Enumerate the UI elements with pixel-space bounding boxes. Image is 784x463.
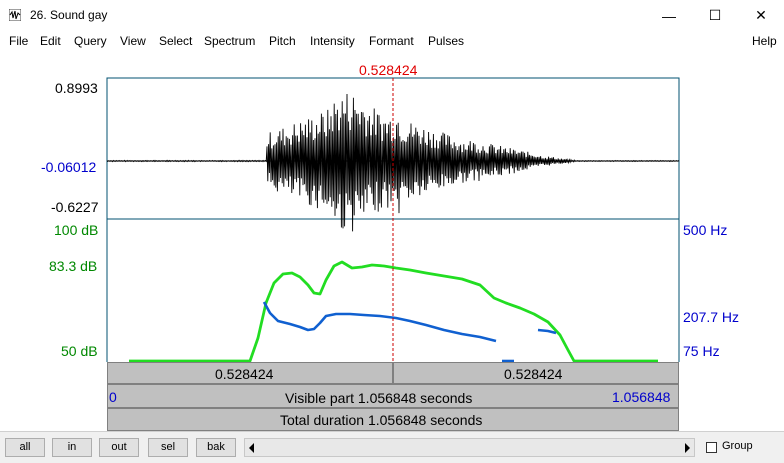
total-duration-label: Total duration 1.056848 seconds: [280, 412, 483, 428]
zoom-out-button[interactable]: out: [99, 438, 139, 457]
left-segment-label: 0.528424: [215, 366, 274, 382]
zoom-back-button[interactable]: bak: [196, 438, 236, 457]
pitch-curve: [262, 301, 497, 343]
zoom-all-button[interactable]: all: [5, 438, 45, 457]
scroll-left-icon[interactable]: [248, 443, 256, 453]
intensity-curve: [129, 260, 658, 363]
bottom-toolbar: all in out sel bak Group: [0, 431, 784, 463]
zoom-sel-button[interactable]: sel: [148, 438, 188, 457]
group-checkbox[interactable]: [706, 442, 717, 453]
visible-start-label: 0: [109, 389, 117, 405]
horizontal-scrollbar[interactable]: [244, 438, 695, 457]
group-label: Group: [722, 440, 753, 452]
pitch-curve-fragment: [537, 328, 557, 335]
scroll-right-icon[interactable]: [683, 443, 691, 453]
visible-end-label: 1.056848: [612, 389, 671, 405]
visible-part-label: Visible part 1.056848 seconds: [285, 390, 473, 406]
zoom-in-button[interactable]: in: [52, 438, 92, 457]
right-segment-label: 0.528424: [504, 366, 563, 382]
